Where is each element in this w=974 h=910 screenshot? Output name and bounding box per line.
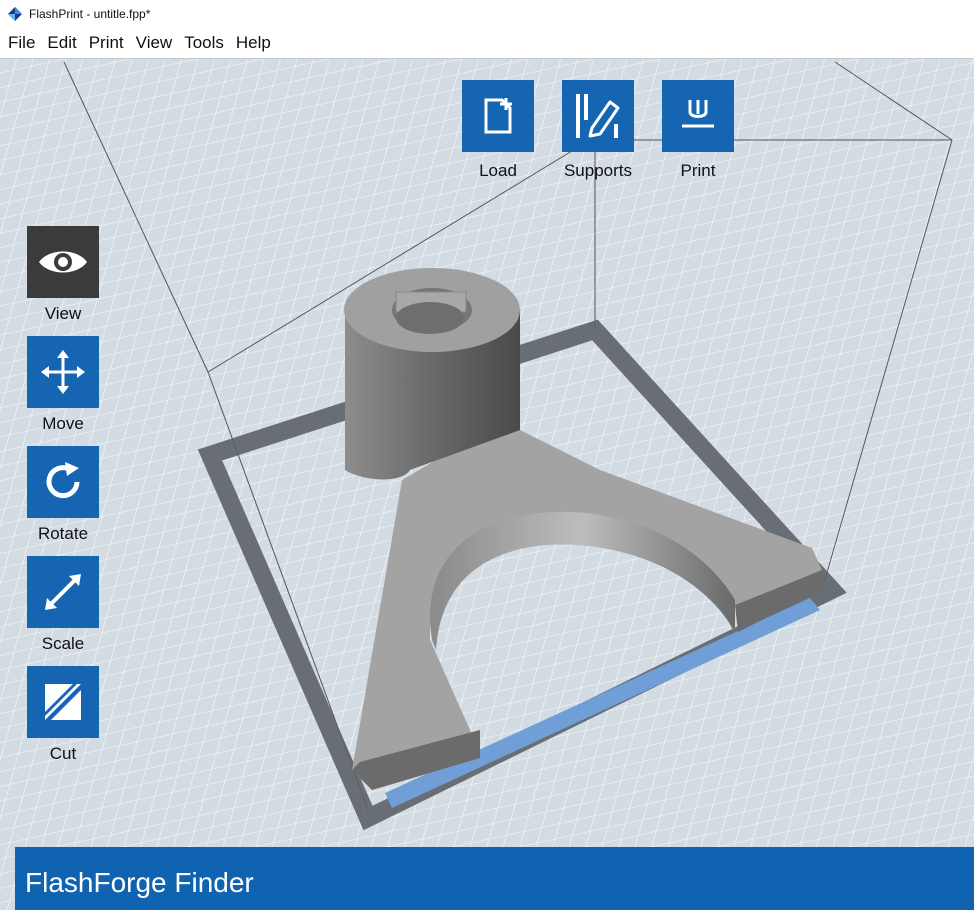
menu-edit[interactable]: Edit: [41, 29, 82, 57]
cut-button[interactable]: [27, 666, 99, 738]
eye-icon: [39, 251, 87, 273]
print-button[interactable]: [662, 80, 734, 152]
menu-help[interactable]: Help: [230, 29, 277, 57]
flashprint-diamond-icon: [8, 7, 22, 21]
cut-label: Cut: [49, 744, 77, 763]
move-label: Move: [42, 414, 84, 433]
view-button[interactable]: [27, 226, 99, 298]
print-nozzle-icon: [682, 100, 714, 128]
supports-button[interactable]: [562, 80, 634, 152]
build-plate-scene[interactable]: [0, 59, 974, 910]
menu-file[interactable]: File: [2, 29, 41, 57]
add-file-icon: [484, 98, 512, 134]
menu-view[interactable]: View: [130, 29, 179, 57]
title-bar: FlashPrint - untitle.fpp*: [0, 0, 974, 28]
cut-icon: [45, 684, 81, 720]
scale-button[interactable]: [27, 556, 99, 628]
window-title: FlashPrint - untitle.fpp*: [29, 7, 151, 21]
move-arrows-icon: [41, 350, 85, 394]
menu-bar: File Edit Print View Tools Help: [0, 28, 974, 59]
scale-arrow-icon: [45, 574, 81, 610]
rotate-label: Rotate: [37, 524, 89, 543]
rotate-button[interactable]: [27, 446, 99, 518]
menu-tools[interactable]: Tools: [178, 29, 230, 57]
view-label: View: [44, 304, 82, 323]
rotate-icon: [46, 462, 80, 499]
supports-label: Supports: [563, 161, 633, 180]
3d-viewport[interactable]: Load Supports Print View Move Rotate Sca…: [0, 59, 974, 910]
move-button[interactable]: [27, 336, 99, 408]
scale-label: Scale: [41, 634, 85, 653]
load-button[interactable]: [462, 80, 534, 152]
menu-print[interactable]: Print: [83, 29, 130, 57]
pencil-supports-icon: [576, 94, 620, 138]
load-label: Load: [479, 161, 517, 180]
status-bar: FlashForge Finder: [15, 847, 974, 910]
printer-finder-label: FlashForge Finder: [25, 867, 254, 898]
print-label: Print: [680, 161, 716, 180]
